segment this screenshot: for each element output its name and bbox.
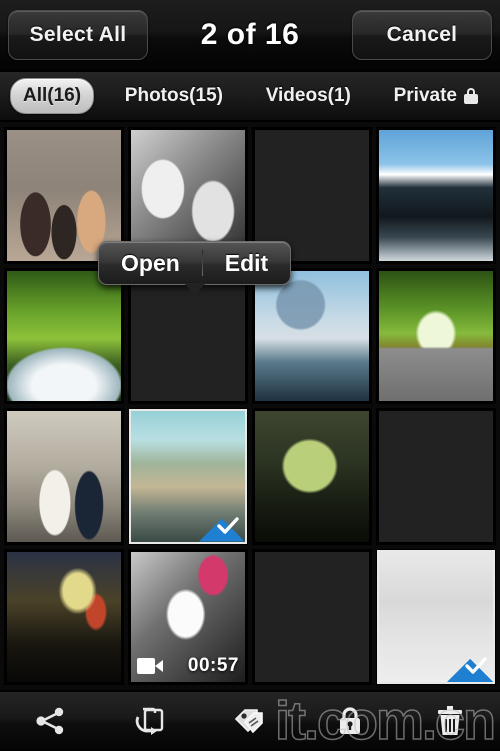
thumbnail-image bbox=[379, 270, 493, 401]
tab-label: Videos(1) bbox=[265, 85, 351, 106]
tab-videos-1[interactable]: Videos(1) bbox=[254, 79, 363, 113]
lock-icon bbox=[340, 707, 360, 734]
thumbnail-image bbox=[255, 552, 369, 683]
thumbnail bbox=[379, 130, 493, 261]
thumbnail bbox=[255, 270, 369, 401]
context-menu-popup: Open Edit bbox=[98, 241, 292, 295]
grid-item-snowy-garden[interactable] bbox=[376, 548, 496, 685]
thumbnail bbox=[255, 551, 369, 683]
thumbnail bbox=[379, 270, 493, 401]
thumbnail-image bbox=[379, 130, 493, 261]
thumbnail bbox=[7, 551, 121, 682]
tab-photos-15[interactable]: Photos(15) bbox=[113, 79, 235, 113]
share-icon bbox=[36, 707, 64, 735]
video-camera-icon bbox=[137, 658, 163, 674]
top-navigation-bar: Select All 2 of 16 Cancel bbox=[0, 0, 500, 72]
tab-private[interactable]: Private bbox=[382, 79, 490, 113]
grid-item-child-with-balloons[interactable] bbox=[252, 548, 372, 685]
thumbnail-image bbox=[7, 270, 121, 401]
app-root: Select All 2 of 16 Cancel All(16) Photos(… bbox=[0, 0, 500, 750]
thumbnail-image bbox=[379, 411, 493, 542]
delete-button[interactable] bbox=[415, 698, 485, 744]
thumbnail bbox=[129, 409, 247, 544]
popup-tail-arrow bbox=[183, 283, 206, 295]
thumbnail: 00:57 bbox=[131, 551, 245, 682]
grid-item-teal-firework-burst[interactable] bbox=[376, 408, 496, 545]
thumbnail bbox=[255, 411, 369, 542]
popup-open-button[interactable]: Open bbox=[99, 250, 202, 277]
video-badge: 00:57 bbox=[131, 652, 245, 682]
thumbnail-image bbox=[7, 551, 121, 682]
grid-item-leaning-tree-lake[interactable] bbox=[252, 267, 372, 404]
select-all-button[interactable]: Select All bbox=[8, 10, 148, 60]
thumbnail bbox=[7, 411, 121, 542]
grid-item-video-clip-thumbnail[interactable]: 00:57 bbox=[128, 548, 248, 685]
thumbnail-image bbox=[255, 270, 369, 401]
grid-item-coastal-shoreline[interactable] bbox=[128, 408, 248, 545]
grid-item-snowy-mountain-road[interactable] bbox=[376, 127, 496, 264]
grid-item-concert-crowd[interactable] bbox=[4, 548, 124, 685]
filter-tab-bar: All(16) Photos(15) Videos(1) Private bbox=[0, 72, 500, 122]
cancel-label: Cancel bbox=[386, 23, 458, 46]
move-copy-icon bbox=[135, 707, 164, 735]
lock-icon bbox=[463, 88, 478, 104]
popup-edit-button[interactable]: Edit bbox=[203, 250, 290, 277]
select-all-label: Select All bbox=[29, 23, 127, 46]
thumbnail-image bbox=[255, 411, 369, 542]
move-copy-button[interactable] bbox=[115, 698, 185, 744]
tab-label: All(16) bbox=[23, 85, 82, 106]
tab-all-16[interactable]: All(16) bbox=[10, 78, 95, 114]
grid-item-forest-stream[interactable] bbox=[4, 267, 124, 404]
grid-item-dark-tree-silhouette[interactable] bbox=[252, 408, 372, 545]
share-button[interactable] bbox=[15, 698, 85, 744]
lock-button[interactable] bbox=[315, 698, 385, 744]
tab-label: Private bbox=[393, 85, 457, 106]
video-duration: 00:57 bbox=[187, 655, 239, 676]
thumbnail-image bbox=[7, 411, 121, 542]
media-grid: 00:57 bbox=[0, 122, 500, 690]
tags-icon bbox=[234, 709, 263, 734]
trash-icon bbox=[438, 706, 462, 735]
grid-item-wedding-carriage[interactable] bbox=[4, 408, 124, 545]
bottom-toolbar bbox=[0, 690, 500, 750]
grid-item-autumn-forest-road[interactable] bbox=[376, 267, 496, 404]
thumbnail bbox=[379, 411, 493, 542]
thumbnail bbox=[377, 549, 495, 684]
thumbnail bbox=[7, 270, 121, 401]
cancel-button[interactable]: Cancel bbox=[352, 10, 492, 60]
tab-label: Photos(15) bbox=[124, 85, 223, 106]
page-title: 2 of 16 bbox=[200, 18, 300, 51]
tags-button[interactable] bbox=[215, 698, 285, 744]
